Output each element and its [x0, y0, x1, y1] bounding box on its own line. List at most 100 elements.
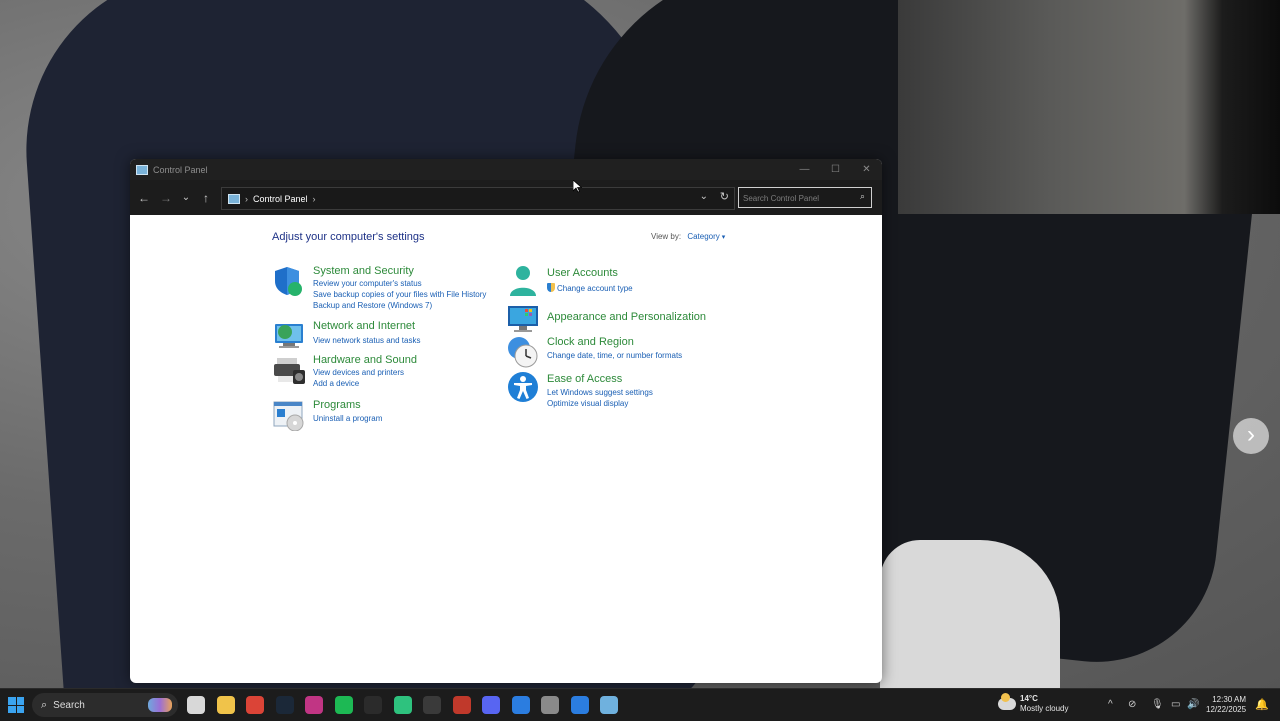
view-by: View by: Category	[651, 232, 725, 241]
start-logo-tile	[16, 705, 24, 713]
mouse-cursor-icon	[573, 180, 582, 193]
minimize-button[interactable]: —	[789, 159, 820, 180]
search-icon: ⌕	[41, 698, 48, 711]
search-icon[interactable]: ⌕	[860, 191, 865, 202]
start-logo-tile	[16, 697, 24, 705]
control-panel-icon	[228, 193, 240, 204]
taskbar-app-voicemeeter-icon[interactable]	[452, 696, 471, 714]
taskbar: ⌕ Search 14°C Mostly cloudy ^ ⊘ 🎙 ▭ 🔊 12…	[0, 688, 1280, 721]
recent-locations-button[interactable]: ⌄	[177, 192, 195, 203]
printer-speaker-icon	[274, 358, 305, 384]
taskbar-app-app-green-icon[interactable]	[393, 696, 412, 714]
taskbar-app-obs-icon[interactable]	[423, 696, 441, 714]
next-arrow-icon[interactable]: ›	[1233, 418, 1269, 454]
category-link[interactable]: Let Windows suggest settings	[547, 388, 653, 397]
category-title[interactable]: System and Security	[313, 265, 414, 277]
taskbar-app-discord-icon[interactable]	[482, 696, 500, 714]
address-dropdown-button[interactable]: ⌄	[700, 191, 708, 202]
start-logo-tile	[8, 697, 16, 705]
breadcrumb-control-panel[interactable]: Control Panel	[253, 194, 308, 204]
category-link[interactable]: Optimize visual display	[547, 399, 628, 408]
taskbar-app-file-explorer-icon[interactable]	[216, 696, 235, 714]
category-link[interactable]: Change date, time, or number formats	[547, 351, 682, 360]
system-clock[interactable]: 12:30 AM 12/22/2025	[1206, 695, 1246, 715]
shield-icon	[275, 267, 302, 296]
category-link[interactable]: Backup and Restore (Windows 7)	[313, 301, 432, 310]
taskbar-app-defender-icon[interactable]	[570, 696, 589, 714]
taskbar-app-terminal-icon[interactable]	[364, 696, 382, 714]
video-overlay-panel	[898, 0, 1280, 214]
tray-network-icon[interactable]: ▭	[1171, 699, 1180, 710]
uac-shield-icon	[547, 283, 555, 292]
category-link[interactable]: Change account type	[557, 284, 633, 293]
category-link[interactable]: Save backup copies of your files with Fi…	[313, 290, 486, 299]
tray-microphone-icon[interactable]: 🎙	[1151, 699, 1164, 710]
title-bar[interactable]: Control Panel — ☐ ✕	[130, 159, 882, 180]
accessibility-icon	[508, 372, 538, 402]
address-bar: ← → ⌄ ↑ › Control Panel › ⌄ ↻ ⌕	[130, 180, 882, 215]
tray-overflow-chevron-icon[interactable]: ^	[1108, 699, 1113, 710]
programs-disc-icon	[273, 401, 304, 431]
maximize-button[interactable]: ☐	[820, 159, 851, 180]
clock-globe-icon	[508, 337, 538, 368]
control-panel-icon	[136, 164, 148, 175]
start-logo-tile	[8, 705, 16, 713]
taskbar-app-mail-icon[interactable]	[511, 696, 530, 714]
weather-desc: Mostly cloudy	[1020, 704, 1069, 713]
category-link[interactable]: View network status and tasks	[313, 336, 420, 345]
taskbar-search-label: Search	[53, 699, 85, 711]
category-title[interactable]: Ease of Access	[547, 373, 622, 385]
taskbar-app-spotify-icon[interactable]	[334, 696, 353, 714]
monitor-palette-icon	[508, 306, 538, 332]
view-by-dropdown[interactable]: Category	[687, 232, 725, 241]
weather-widget[interactable]: 14°C Mostly cloudy	[998, 693, 1068, 714]
tray-volume-icon[interactable]: 🔊	[1187, 699, 1199, 710]
page-title: Adjust your computer's settings	[272, 231, 425, 243]
clock-time: 12:30 AM	[1212, 695, 1247, 704]
taskbar-app-control-panel-icon[interactable]	[600, 696, 618, 714]
category-link[interactable]: Review your computer's status	[313, 279, 422, 288]
address-field[interactable]: › Control Panel › ⌄ ↻	[221, 187, 735, 210]
category-title[interactable]: User Accounts	[547, 267, 618, 279]
partly-cloudy-icon	[998, 693, 1016, 710]
category-title[interactable]: Hardware and Sound	[313, 354, 417, 366]
category-title[interactable]: Programs	[313, 399, 361, 411]
taskbar-app-instagram-icon[interactable]	[305, 696, 323, 714]
search-box: ⌕	[738, 187, 872, 208]
taskbar-app-chrome-icon[interactable]	[246, 696, 264, 714]
category-title[interactable]: Clock and Region	[547, 336, 634, 348]
network-globe-icon	[275, 324, 303, 348]
category-link[interactable]: Uninstall a program	[313, 414, 382, 423]
close-button[interactable]: ✕	[851, 159, 882, 180]
category-link-with-uac[interactable]: Change account type	[547, 283, 633, 293]
breadcrumb-separator: ›	[245, 193, 248, 204]
weather-temp: 14°C	[1020, 694, 1038, 703]
forward-button[interactable]: →	[155, 191, 177, 205]
category-title[interactable]: Network and Internet	[313, 320, 415, 332]
taskbar-app-task-view-icon[interactable]	[187, 696, 205, 714]
taskbar-app-steam-icon[interactable]	[275, 696, 294, 714]
category-link[interactable]: Add a device	[313, 379, 359, 388]
up-button[interactable]: ↑	[195, 191, 217, 205]
user-icon	[510, 266, 536, 296]
weather-text: 14°C Mostly cloudy	[1020, 694, 1068, 714]
main-content: Adjust your computer's settings View by:…	[130, 215, 882, 683]
search-highlight-icon	[148, 698, 172, 712]
breadcrumb-separator[interactable]: ›	[313, 194, 316, 204]
tray-network-off-icon[interactable]: ⊘	[1128, 699, 1136, 710]
control-panel-window: Control Panel — ☐ ✕ ← → ⌄ ↑ › Control Pa…	[130, 159, 882, 683]
category-title[interactable]: Appearance and Personalization	[547, 311, 706, 323]
windows-start-button[interactable]	[8, 697, 24, 713]
category-link[interactable]: View devices and printers	[313, 368, 404, 377]
window-title: Control Panel	[153, 164, 208, 175]
back-button[interactable]: ←	[133, 191, 155, 205]
view-by-label: View by:	[651, 232, 682, 241]
taskbar-search[interactable]: ⌕ Search	[32, 693, 178, 717]
notification-bell-icon[interactable]: 🔔	[1255, 698, 1269, 711]
window-controls: — ☐ ✕	[789, 159, 882, 180]
wallpaper-cloth	[880, 540, 1060, 688]
taskbar-app-settings-icon[interactable]	[541, 696, 559, 714]
search-input[interactable]	[739, 189, 855, 208]
refresh-button[interactable]: ↻	[720, 190, 729, 203]
clock-date: 12/22/2025	[1206, 705, 1247, 714]
